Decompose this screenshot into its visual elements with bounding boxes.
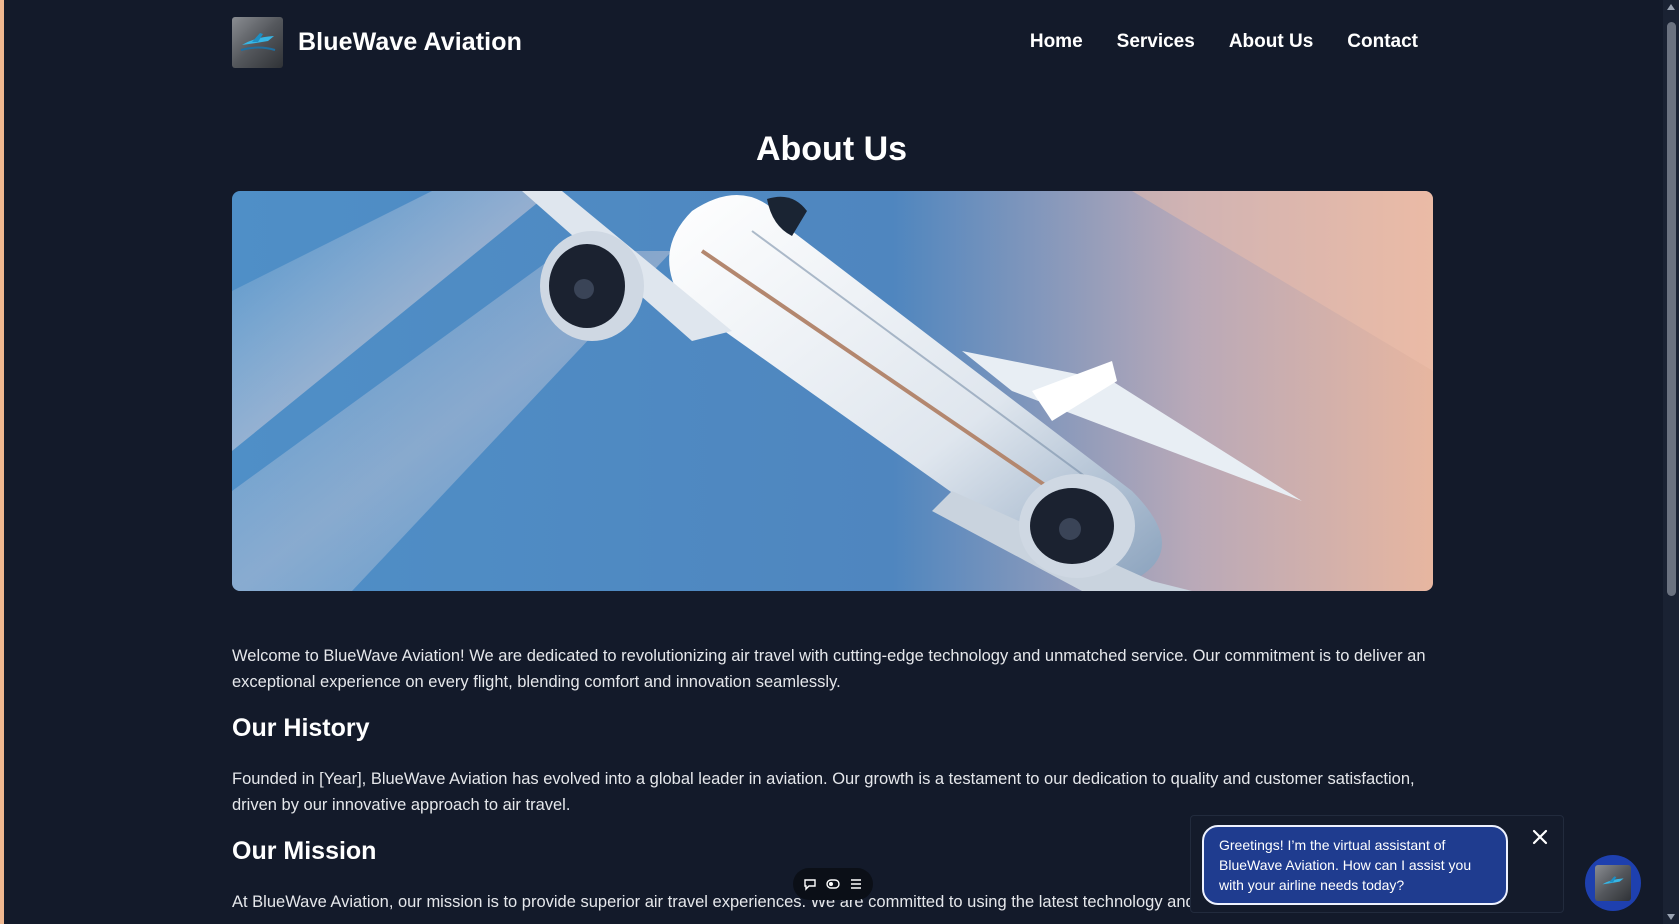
main-nav: Home Services About Us Contact <box>1030 31 1418 53</box>
scroll-down-icon[interactable] <box>1667 914 1675 920</box>
brand-logo[interactable] <box>232 17 283 68</box>
toggle-icon[interactable] <box>826 877 840 891</box>
content-section-history-body: Founded in [Year], BlueWave Aviation has… <box>232 766 1432 818</box>
plane-logo-icon <box>240 32 275 51</box>
intro-paragraph: Welcome to BlueWave Aviation! We are ded… <box>232 647 1426 691</box>
brand-name[interactable]: BlueWave Aviation <box>298 28 522 57</box>
page-title: About Us <box>755 130 908 168</box>
page-scrollbar[interactable] <box>1663 0 1679 924</box>
close-icon[interactable] <box>1529 826 1551 848</box>
content-section-history: Our History <box>232 714 1432 743</box>
chat-greeting-panel: Greetings! I’m the virtual assistant of … <box>1190 815 1564 913</box>
nav-home[interactable]: Home <box>1030 31 1083 53</box>
menu-icon[interactable] <box>849 877 863 891</box>
chat-greeting-bubble[interactable]: Greetings! I’m the virtual assistant of … <box>1202 825 1508 905</box>
nav-services[interactable]: Services <box>1117 31 1195 53</box>
chat-toolbar <box>793 868 873 900</box>
scroll-thumb[interactable] <box>1667 22 1676 596</box>
site-header: BlueWave Aviation Home Services About Us… <box>232 17 1432 69</box>
chat-bubble-icon[interactable] <box>803 877 817 891</box>
scroll-up-icon[interactable] <box>1667 4 1675 10</box>
history-heading: Our History <box>232 714 370 742</box>
hero-image-airplane <box>232 191 1433 591</box>
history-paragraph: Founded in [Year], BlueWave Aviation has… <box>232 770 1415 814</box>
chat-launcher-avatar[interactable] <box>1585 855 1641 911</box>
content-section-intro: Welcome to BlueWave Aviation! We are ded… <box>232 643 1432 695</box>
nav-about-us[interactable]: About Us <box>1229 31 1313 53</box>
plane-logo-icon <box>1595 865 1631 901</box>
nav-contact[interactable]: Contact <box>1347 31 1418 53</box>
